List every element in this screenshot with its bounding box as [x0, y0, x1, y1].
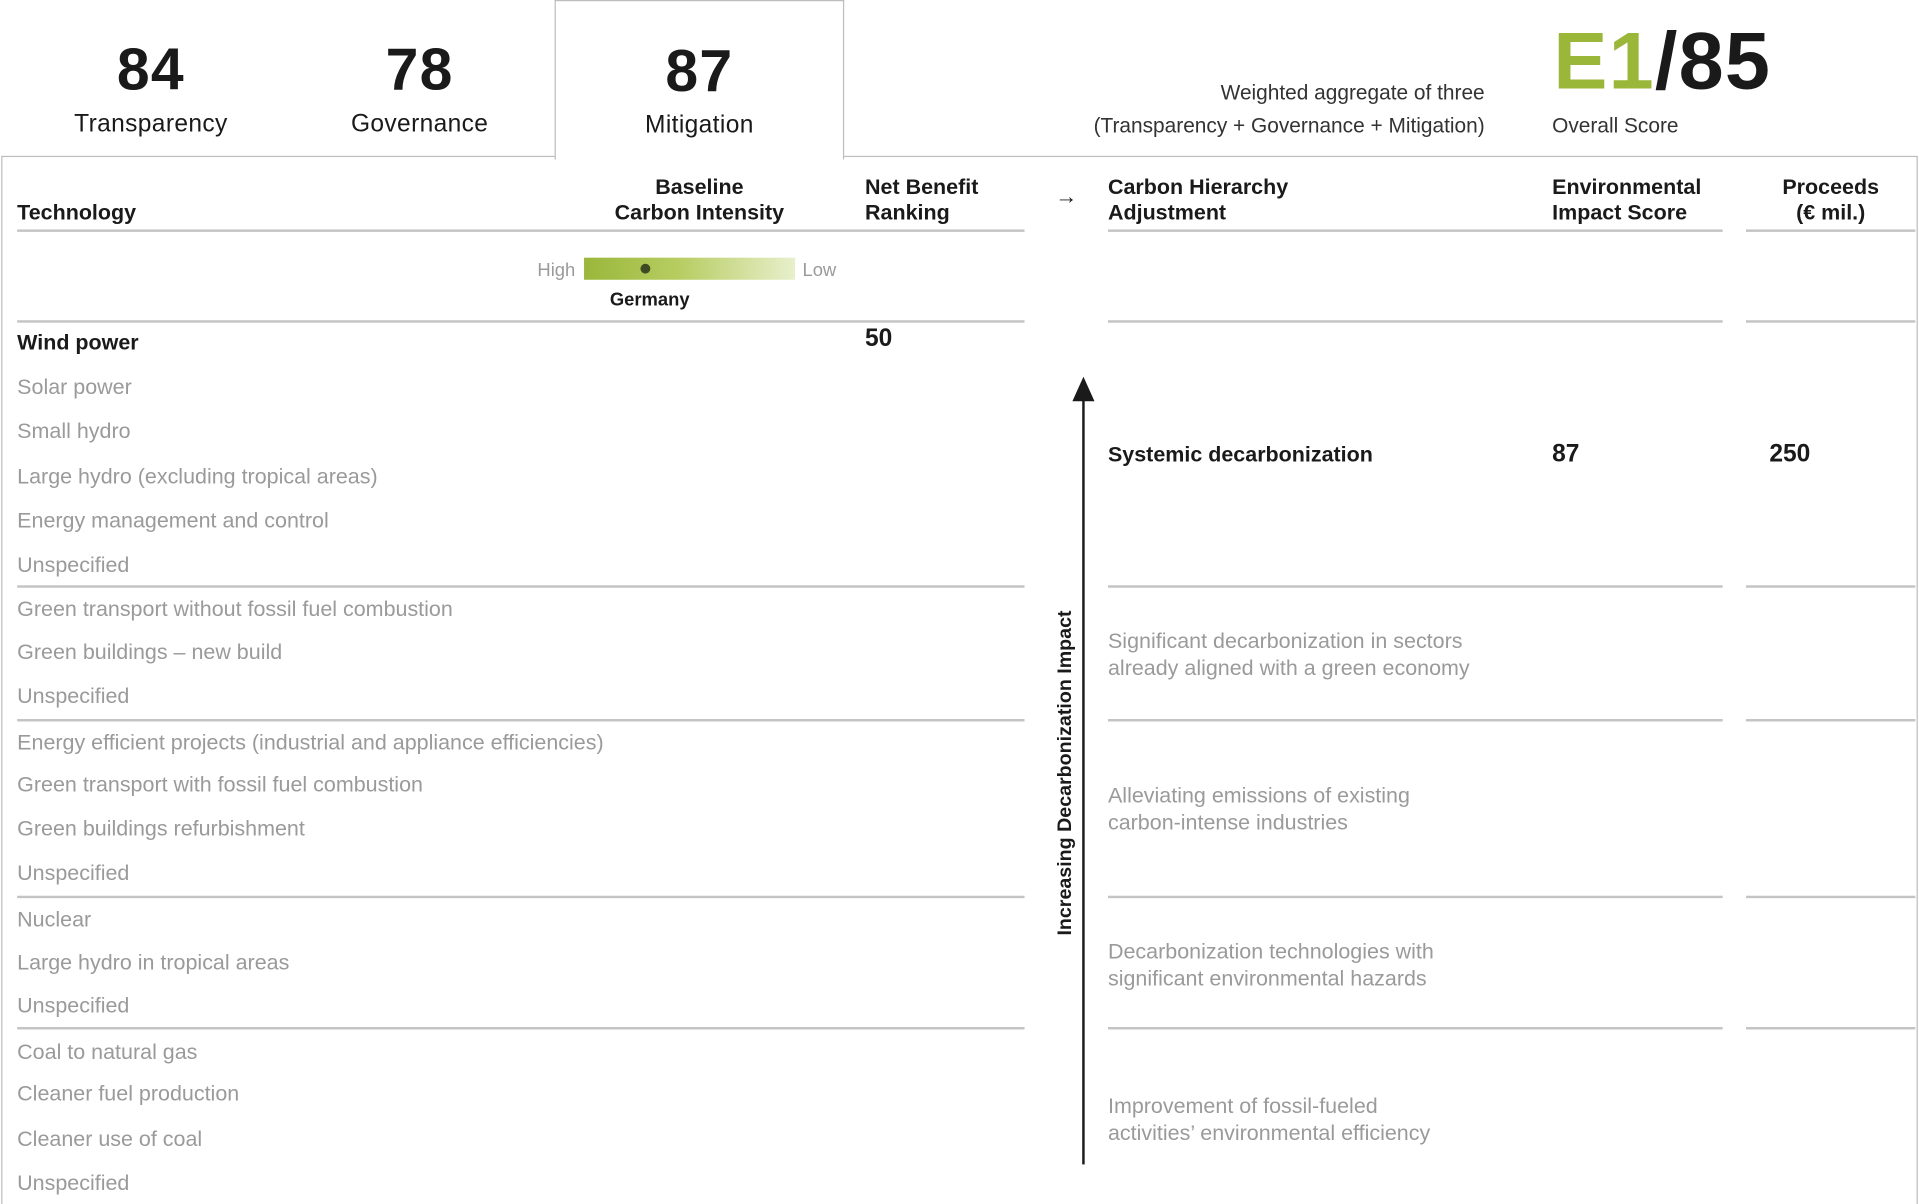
divider: [17, 229, 1025, 232]
header-proceeds-line1: Proceeds: [1782, 174, 1880, 199]
technology-row[interactable]: Green transport without fossil fuel comb…: [17, 596, 453, 622]
overall-score: E1/85: [1553, 20, 1771, 101]
hierarchy-category-line1: Significant decarbonization in sectors: [1107, 628, 1463, 653]
divider: [1746, 320, 1916, 323]
overall-score-grade: E1: [1553, 14, 1655, 106]
net-benefit-ranking-value: 50: [865, 325, 893, 353]
header-baseline-line2: Carbon Intensity: [614, 200, 785, 225]
technology-row[interactable]: Green buildings – new build: [17, 639, 282, 665]
country-marker-icon: [640, 263, 651, 274]
weighted-description: Weighted aggregate of three: [1220, 80, 1485, 105]
carbon-intensity-gradient: [584, 257, 796, 280]
technology-row[interactable]: Large hydro (excluding tropical areas): [17, 464, 377, 490]
tab-score: 87: [665, 39, 734, 105]
technology-row[interactable]: Small hydro: [17, 418, 130, 444]
technology-row[interactable]: Unspecified: [17, 1171, 129, 1197]
header-proceeds: Proceeds (€ mil.): [1746, 174, 1915, 226]
header-baseline: Baseline Carbon Intensity: [577, 174, 822, 226]
tab-score: 78: [385, 38, 454, 104]
hierarchy-category-line1: Systemic decarbonization: [1107, 441, 1373, 467]
technology-row[interactable]: Unspecified: [17, 993, 129, 1019]
proceeds-value: 250: [1769, 440, 1811, 468]
overall-score-label: Overall Score: [1552, 114, 1679, 138]
divider: [1746, 1026, 1916, 1029]
technology-row[interactable]: Large hydro in tropical areas: [17, 950, 289, 976]
technology-row[interactable]: Unspecified: [17, 683, 129, 709]
hierarchy-category[interactable]: Significant decarbonization in sectors a…: [1108, 628, 1470, 681]
technology-row[interactable]: Energy management and control: [17, 508, 329, 534]
scale-high-label: High: [537, 260, 576, 281]
technology-row[interactable]: Nuclear: [17, 907, 91, 933]
hierarchy-category-line1: Decarbonization technologies with: [1107, 938, 1434, 964]
divider: [17, 585, 1025, 588]
divider: [1107, 895, 1723, 898]
hierarchy-category-line2: carbon-intense industries: [1107, 809, 1348, 834]
divider: [1107, 1026, 1723, 1029]
tab-label: Transparency: [74, 110, 228, 138]
hierarchy-category-line2: activities’ environmental efficiency: [1107, 1119, 1431, 1145]
scale-low-label: Low: [802, 260, 837, 281]
header-impact-line2: Impact Score: [1552, 200, 1688, 225]
technology-row[interactable]: Green transport with fossil fuel combust…: [17, 772, 423, 798]
hierarchy-category[interactable]: Systemic decarbonization: [1108, 442, 1373, 468]
technology-row[interactable]: Cleaner fuel production: [17, 1081, 239, 1107]
hierarchy-category-line1: Alleviating emissions of existing: [1107, 782, 1410, 808]
divider: [17, 1026, 1025, 1029]
header-hierarchy-line1: Carbon Hierarchy: [1107, 174, 1289, 199]
hierarchy-category-line1: Improvement of fossil-fueled: [1107, 1093, 1378, 1118]
tab-score: 84: [116, 38, 185, 104]
hierarchy-category-line2: already aligned with a green economy: [1107, 654, 1470, 680]
header-net-benefit: Net Benefit Ranking: [865, 174, 978, 226]
divider: [1107, 229, 1723, 232]
divider: [1107, 719, 1723, 721]
environmental-impact-score-value: 87: [1552, 440, 1580, 468]
technology-row[interactable]: Wind power: [17, 330, 138, 356]
technology-row[interactable]: Unspecified: [17, 860, 129, 886]
divider: [17, 320, 1025, 323]
tab-label: Mitigation: [645, 111, 754, 139]
technology-row[interactable]: Green buildings refurbishment: [17, 816, 305, 842]
mitigation-panel: [1, 155, 1918, 1204]
hierarchy-category[interactable]: Improvement of fossil-fueled activities’…: [1108, 1093, 1430, 1146]
header-technology: Technology: [17, 200, 137, 225]
header-impact-line1: Environmental: [1552, 174, 1702, 199]
hierarchy-category[interactable]: Alleviating emissions of existing carbon…: [1108, 783, 1410, 836]
arrow-right-icon: →: [1055, 184, 1078, 209]
divider: [1107, 585, 1723, 588]
divider: [17, 895, 1025, 898]
divider: [1746, 895, 1916, 898]
hierarchy-category-line2: significant environmental hazards: [1107, 965, 1427, 990]
axis-label: Increasing Decarbonization Impact: [1055, 610, 1077, 936]
technology-row[interactable]: Coal to natural gas: [17, 1039, 197, 1065]
tab-transparency[interactable]: 84 Transparency: [4, 0, 298, 157]
header-hierarchy: Carbon Hierarchy Adjustment: [1108, 174, 1288, 226]
header-hierarchy-line2: Adjustment: [1107, 200, 1227, 225]
divider: [1746, 229, 1916, 232]
tab-label: Governance: [350, 110, 489, 138]
country-label: Germany: [609, 289, 690, 311]
technology-row[interactable]: Energy efficient projects (industrial an…: [17, 730, 603, 756]
technology-row[interactable]: Cleaner use of coal: [17, 1126, 202, 1152]
overall-score-value: /85: [1654, 14, 1772, 106]
header-impact: Environmental Impact Score: [1552, 174, 1701, 226]
header-net-benefit-line2: Ranking: [865, 200, 950, 225]
hierarchy-category[interactable]: Decarbonization technologies with signif…: [1108, 939, 1434, 992]
divider: [17, 719, 1025, 721]
header-net-benefit-line1: Net Benefit: [865, 174, 979, 199]
divider: [1746, 719, 1916, 721]
divider: [1107, 320, 1723, 323]
header-proceeds-line2: (€ mil.): [1796, 200, 1866, 225]
divider: [1746, 585, 1916, 588]
header-baseline-line1: Baseline: [655, 174, 744, 199]
technology-row[interactable]: Unspecified: [17, 552, 129, 578]
decarbonization-axis: [1082, 395, 1085, 1165]
technology-row[interactable]: Solar power: [17, 374, 132, 400]
stage: 84 Transparency 78 Governance 87 Mitigat…: [0, 0, 1919, 1204]
weighted-formula: (Transparency + Governance + Mitigation): [1093, 114, 1485, 138]
tab-mitigation[interactable]: 87 Mitigation: [554, 0, 845, 160]
tab-governance[interactable]: 78 Governance: [272, 0, 566, 157]
